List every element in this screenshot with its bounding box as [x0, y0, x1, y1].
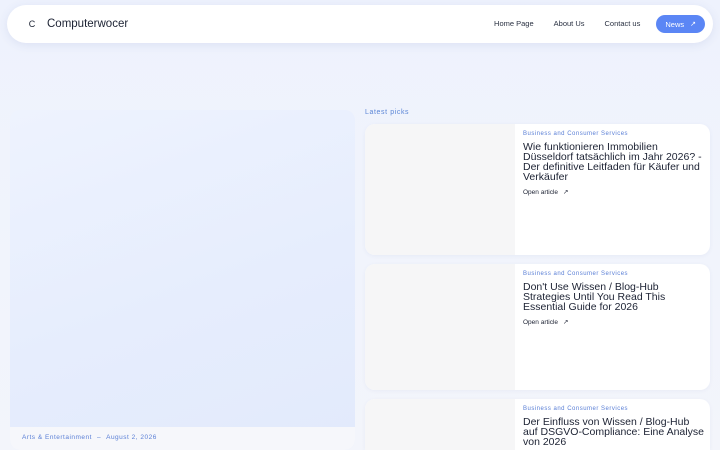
- main-nav: Home Page About Us Contact us News ↗: [484, 15, 705, 33]
- article-card[interactable]: Business and Consumer Services Wie funkt…: [365, 124, 710, 255]
- arrow-up-right-icon: ↗: [690, 21, 696, 28]
- article-card-body: Business and Consumer Services Don't Use…: [523, 264, 704, 326]
- article-category[interactable]: Business and Consumer Services: [523, 131, 704, 137]
- article-title[interactable]: Der Einfluss von Wissen / Blog-Hub auf D…: [523, 417, 704, 448]
- open-article-link[interactable]: Open article ↗: [523, 188, 704, 197]
- article-card-body: Business and Consumer Services Wie funkt…: [523, 124, 704, 196]
- arrow-up-right-icon: ↗: [563, 189, 569, 196]
- brand-name[interactable]: Computerwocer: [47, 18, 128, 30]
- meta-separator: –: [96, 434, 102, 441]
- latest-picks-heading: Latest picks: [365, 109, 410, 116]
- news-button[interactable]: News ↗: [656, 15, 705, 33]
- article-thumbnail[interactable]: [365, 399, 515, 450]
- article-card[interactable]: Business and Consumer Services Don't Use…: [365, 264, 710, 390]
- featured-article-footer: Arts & Entertainment – August 2, 2026: [10, 427, 355, 450]
- article-card-body: Business and Consumer Services Der Einfl…: [523, 399, 704, 450]
- nav-contact-link[interactable]: Contact us: [595, 15, 651, 33]
- logo-letter: C: [28, 19, 36, 29]
- logo-icon[interactable]: C: [22, 14, 42, 34]
- nav-about-link[interactable]: About Us: [544, 15, 595, 33]
- news-button-label: News: [665, 19, 685, 29]
- open-article-label: Open article: [523, 318, 559, 326]
- article-category[interactable]: Business and Consumer Services: [523, 406, 704, 412]
- featured-article-date: August 2, 2026: [106, 434, 157, 441]
- article-title[interactable]: Wie funktionieren Immobilien Düsseldorf …: [523, 142, 704, 183]
- article-category[interactable]: Business and Consumer Services: [523, 271, 704, 277]
- featured-article-category[interactable]: Arts & Entertainment: [22, 434, 92, 441]
- article-thumbnail[interactable]: [365, 264, 515, 390]
- site-header: C Computerwocer Home Page About Us Conta…: [7, 5, 713, 43]
- arrow-up-right-icon: ↗: [563, 319, 569, 326]
- article-title[interactable]: Don't Use Wissen / Blog-Hub Strategies U…: [523, 282, 704, 313]
- open-article-label: Open article: [523, 188, 559, 196]
- nav-home-link[interactable]: Home Page: [484, 15, 544, 33]
- article-thumbnail[interactable]: [365, 124, 515, 255]
- featured-article-card[interactable]: Arts & Entertainment – August 2, 2026: [10, 110, 355, 450]
- open-article-link[interactable]: Open article ↗: [523, 318, 704, 327]
- page: C Computerwocer Home Page About Us Conta…: [0, 0, 720, 450]
- featured-article-meta: Arts & Entertainment – August 2, 2026: [22, 434, 157, 441]
- article-card[interactable]: Business and Consumer Services Der Einfl…: [365, 399, 710, 450]
